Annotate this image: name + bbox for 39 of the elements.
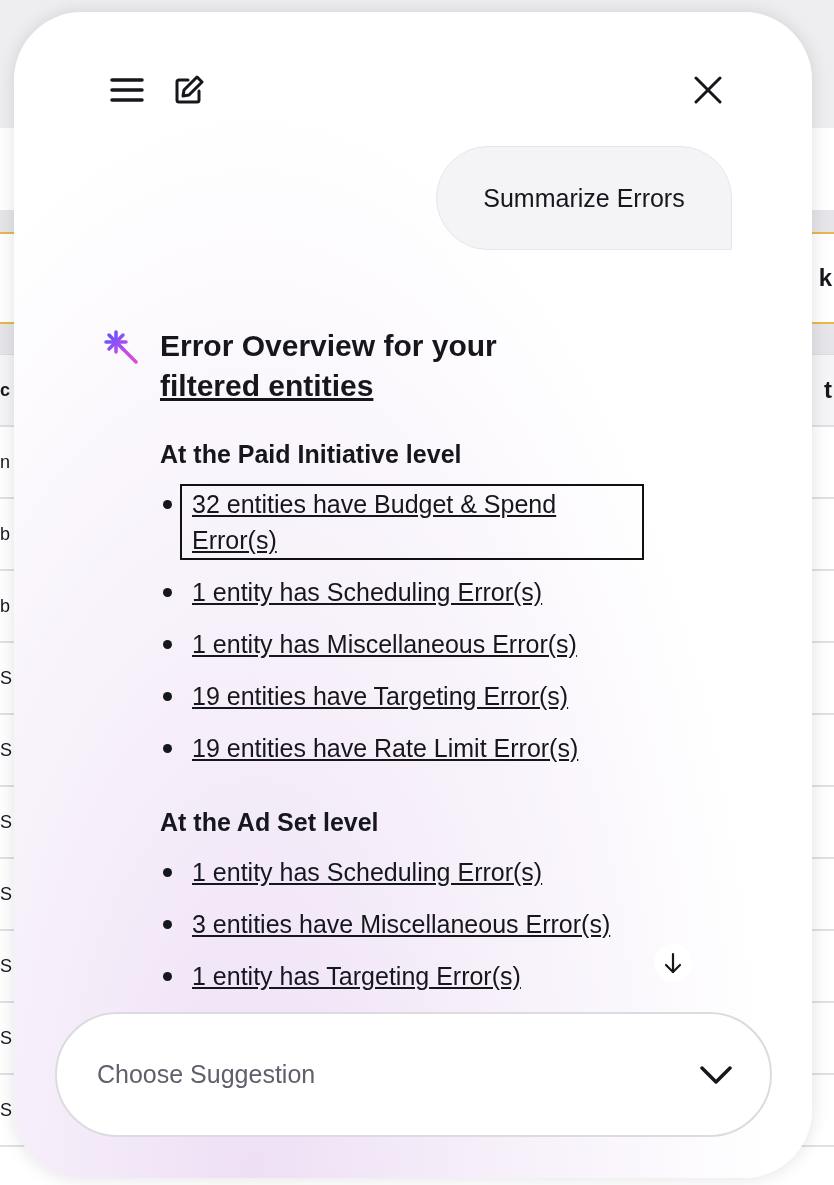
bullet-icon (163, 920, 172, 929)
error-link[interactable]: 1 entity has Scheduling Error(s) (180, 852, 555, 892)
bullet-icon (163, 588, 172, 597)
bullet-icon (163, 744, 172, 753)
bullet-icon (163, 692, 172, 701)
table-cell-text: S (0, 739, 12, 761)
section-title: At the Ad Set level (160, 807, 380, 838)
answer-heading: Error Overview for your filtered entities (160, 328, 498, 404)
table-cell-text: S (0, 811, 12, 833)
error-link[interactable]: 19 entities have Rate Limit Error(s) (180, 728, 591, 768)
error-link[interactable]: 1 entity has Scheduling Error(s) (180, 572, 555, 612)
table-cell-text: b (0, 523, 10, 545)
table-cell-text: S (0, 1027, 12, 1049)
sparkle-icon (104, 330, 138, 364)
table-cell-text: S (0, 1099, 12, 1121)
error-link[interactable]: 32 entities have Budget & Spend Error(s) (180, 484, 644, 560)
table-cell-text: n (0, 451, 10, 473)
table-cell-text: S (0, 955, 12, 977)
bullet-icon (163, 972, 172, 981)
table-cell-text: S (0, 667, 12, 689)
suggestion-field[interactable]: Choose Suggestion (55, 1012, 772, 1137)
table-cell-text: b (0, 595, 10, 617)
error-link[interactable]: 3 entities have Miscellaneous Error(s) (180, 904, 623, 944)
bullet-icon (163, 640, 172, 649)
column-header: c (0, 379, 10, 401)
error-link[interactable]: 1 entity has Miscellaneous Error(s) (180, 624, 589, 664)
error-link[interactable]: 1 entity has Targeting Error(s) (180, 956, 533, 996)
user-message: Summarize Errors (436, 146, 732, 250)
bullet-icon (163, 500, 172, 509)
scroll-down-button[interactable] (654, 944, 692, 982)
table-cell-text: S (0, 883, 12, 905)
arrow-down-icon (663, 952, 683, 974)
error-link[interactable]: 19 entities have Targeting Error(s) (180, 676, 581, 716)
section-title: At the Paid Initiative level (160, 439, 463, 470)
column-header: k (818, 264, 832, 292)
filtered-entities-link[interactable]: filtered entities (160, 369, 374, 402)
column-header: t (824, 376, 832, 404)
bullet-icon (163, 868, 172, 877)
chevron-down-icon (700, 1066, 732, 1084)
